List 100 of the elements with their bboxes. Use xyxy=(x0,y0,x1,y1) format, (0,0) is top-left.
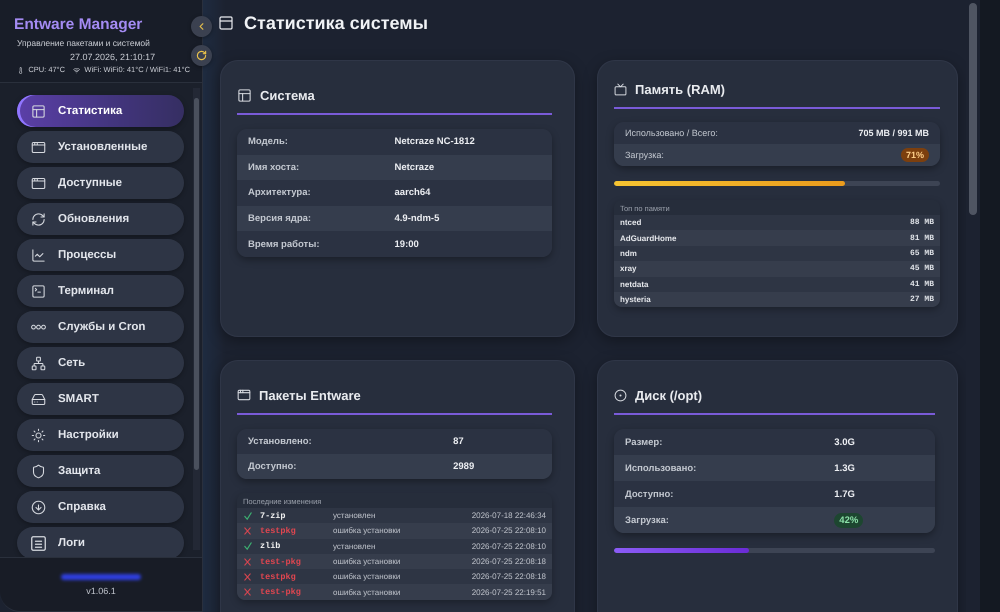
row-value: 87 xyxy=(453,436,464,447)
collapse-button[interactable] xyxy=(191,16,212,37)
datetime-text: 27.07.2026, 21:10:17 xyxy=(70,52,156,63)
row-label: Имя хоста: xyxy=(248,162,300,173)
sidebar-item[interactable]: Защита xyxy=(17,455,184,487)
process-memory: 65 MB xyxy=(910,248,934,258)
change-time: 2026-07-18 22:46:34 xyxy=(472,511,546,520)
process-memory: 27 MB xyxy=(910,295,934,304)
sidebar-item[interactable]: Доступные xyxy=(17,167,184,199)
process-memory: 81 MB xyxy=(910,234,934,243)
change-time: 2026-07-25 22:08:18 xyxy=(472,572,546,582)
row-label: Архитектура: xyxy=(248,187,311,198)
dashboard-icon xyxy=(31,104,46,118)
change-status: ошибка установки xyxy=(333,588,402,597)
app-title: Entware Manager xyxy=(14,15,142,35)
cross-icon xyxy=(244,572,251,581)
row-value: Netcraze NC-1812 xyxy=(394,136,475,148)
process-name: netdata xyxy=(620,280,648,289)
sidebar-item[interactable]: Справка xyxy=(17,491,184,523)
package-name: zlib xyxy=(260,541,282,552)
window-icon xyxy=(31,140,46,154)
list-icon xyxy=(31,536,46,550)
sidebar-item[interactable]: Статистика xyxy=(17,95,184,127)
circular-arrow-icon xyxy=(196,50,207,61)
process-name: ndm xyxy=(620,248,637,258)
sidebar-item[interactable]: Логи xyxy=(17,527,184,557)
sidebar-item[interactable]: Процессы xyxy=(17,239,184,271)
row-label: Модель: xyxy=(248,136,288,148)
cross-icon xyxy=(244,526,251,535)
load-badge: 71% xyxy=(900,148,929,162)
process-name: hysteria xyxy=(620,295,651,304)
circle-dot-icon xyxy=(614,388,627,402)
dashboard-icon xyxy=(237,88,252,102)
change-status: установлен xyxy=(333,511,376,520)
row-value: 705 MB / 991 MB xyxy=(858,128,929,138)
package-name: 7-zip xyxy=(260,510,287,521)
panel-icon xyxy=(218,15,234,31)
sidebar-scrollbar[interactable] xyxy=(193,88,200,550)
drive-icon xyxy=(31,392,46,406)
sidebar-item[interactable]: SMART xyxy=(17,383,184,415)
change-time: 2026-07-25 22:19:51 xyxy=(472,588,546,597)
window-icon xyxy=(237,388,251,402)
process-name: AdGuardHome xyxy=(620,234,676,243)
check-icon xyxy=(244,512,252,520)
row-label: Использовано / Всего: xyxy=(625,128,718,138)
sidebar-item[interactable]: Службы и Cron xyxy=(17,311,184,343)
blurred-link[interactable] xyxy=(61,574,141,580)
row-label: Загрузка: xyxy=(625,150,664,160)
check-icon xyxy=(244,542,252,550)
row-label: Размер: xyxy=(625,436,662,448)
sidebar-item[interactable]: Сеть xyxy=(17,347,184,379)
package-name: test-pkg xyxy=(260,587,302,598)
version-text: v1.06.1 xyxy=(86,586,116,597)
row-label: Версия ядра: xyxy=(248,213,312,224)
process-memory: 45 MB xyxy=(910,264,934,274)
change-status: ошибка установки xyxy=(333,526,402,536)
sidebar-item[interactable]: Установленные xyxy=(17,131,184,163)
row-label: Доступно: xyxy=(248,461,296,472)
window-icon xyxy=(31,176,46,190)
process-memory: 88 MB xyxy=(910,218,934,228)
arrow-circle-icon xyxy=(31,500,46,514)
load-badge: 42% xyxy=(834,512,864,528)
row-value: aarch64 xyxy=(394,187,430,198)
row-value: 4.9-ndm-5 xyxy=(394,213,440,224)
tv-icon xyxy=(614,82,627,96)
card-title: Диск (/opt) xyxy=(635,388,702,402)
package-name: test-pkg xyxy=(260,556,302,567)
sidebar-item[interactable]: Терминал xyxy=(17,275,184,307)
package-name: testpkg xyxy=(260,572,297,582)
card-title: Пакеты Entware xyxy=(259,388,361,402)
change-status: ошибка установки xyxy=(333,557,402,566)
row-value: 2989 xyxy=(453,461,474,472)
network-icon xyxy=(31,356,46,370)
shield-icon xyxy=(31,464,46,478)
process-name: ntced xyxy=(620,218,642,228)
line-chart-icon xyxy=(31,248,46,262)
cross-icon xyxy=(244,558,251,566)
cross-icon xyxy=(244,588,251,596)
process-name: xray xyxy=(620,264,636,274)
change-time: 2026-07-25 22:08:10 xyxy=(472,542,546,551)
row-label: Использовано: xyxy=(625,462,696,474)
package-name: testpkg xyxy=(260,526,297,536)
row-value: 1.7G xyxy=(834,488,855,500)
sidebar-item[interactable]: Настройки xyxy=(17,419,184,451)
refresh-button[interactable] xyxy=(191,45,212,66)
change-status: ошибка установки xyxy=(333,572,402,582)
app-subtitle: Управление пакетами и системой xyxy=(17,38,150,49)
row-value: Netcraze xyxy=(394,162,434,173)
row-label: Время работы: xyxy=(248,238,320,250)
sidebar-item[interactable]: Обновления xyxy=(17,203,184,235)
row-label: Доступно: xyxy=(625,488,674,500)
dots-icon xyxy=(31,324,46,330)
process-memory: 41 MB xyxy=(910,280,934,289)
terminal-icon xyxy=(31,284,46,298)
change-time: 2026-07-25 22:08:18 xyxy=(472,557,546,566)
sun-icon xyxy=(31,428,46,442)
row-label: Загрузка: xyxy=(625,514,669,526)
row-value: 3.0G xyxy=(834,436,855,448)
page-title: Статистика системы xyxy=(244,12,428,34)
thermometer-icon xyxy=(17,66,24,74)
